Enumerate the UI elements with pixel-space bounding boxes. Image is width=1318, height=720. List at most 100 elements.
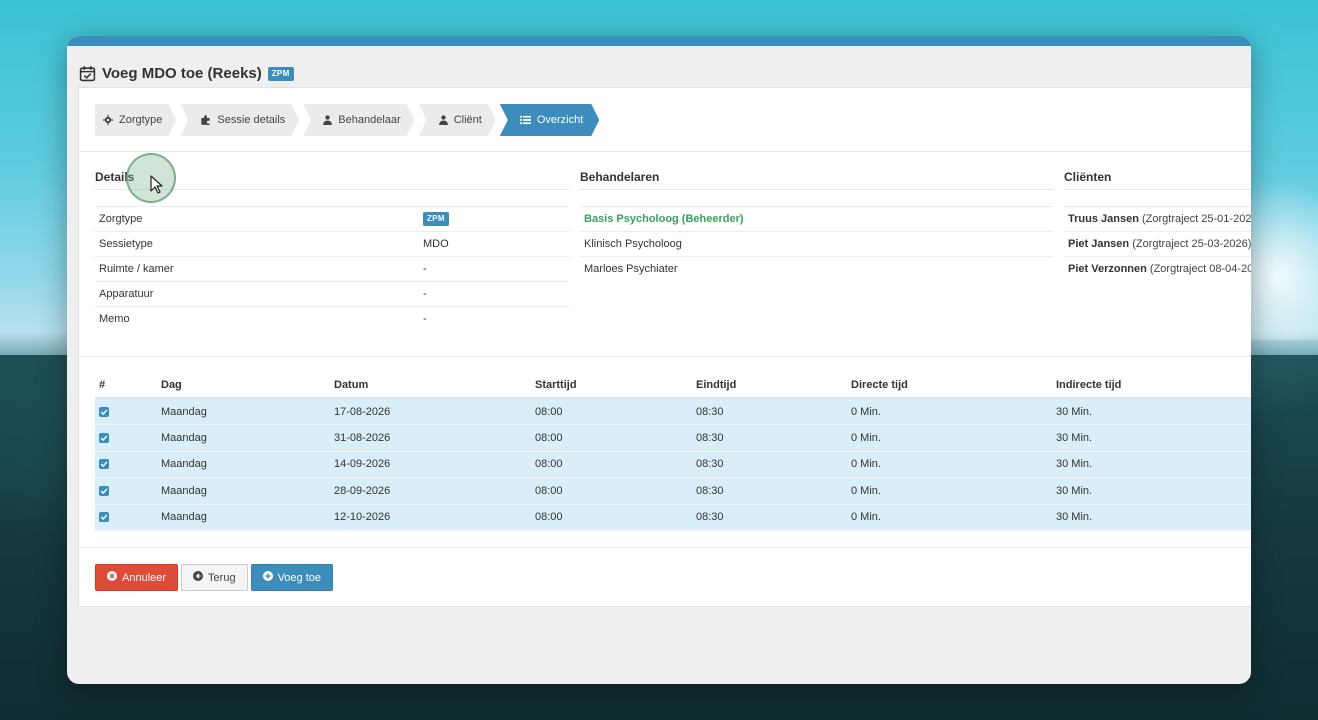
cell-indirecte-tijd: 30 Min.: [1052, 477, 1251, 505]
step-zorgtype[interactable]: Zorgtype: [95, 104, 176, 136]
overview-columns: Details Zorgtype ZPM Sessietype MDO Ruim…: [95, 170, 1251, 340]
step-label: Sessie details: [217, 114, 286, 126]
user-icon: [439, 115, 448, 125]
window-topbar: [67, 36, 1251, 46]
cell-datum: 14-09-2026: [330, 451, 531, 478]
detail-label: Zorgtype: [99, 213, 143, 225]
cell-eindtijd: 08:30: [692, 424, 847, 452]
client-name: Truus Jansen: [1068, 213, 1139, 225]
column-header: Starttijd: [531, 372, 692, 399]
client-name: Piet Jansen: [1068, 238, 1130, 250]
behandelaar-name: Klinisch Psycholoog: [584, 238, 682, 250]
back-label: Terug: [208, 571, 236, 584]
detail-value: -: [423, 313, 427, 325]
detail-row: Memo -: [95, 306, 569, 331]
detail-value: ZPM: [423, 212, 449, 226]
step-overzicht[interactable]: Overzicht: [500, 104, 599, 136]
detail-row: Ruimte / kamer -: [95, 256, 569, 281]
back-button[interactable]: Terug: [181, 564, 248, 591]
table-header-row: # Dag Datum Starttijd Eindtijd Directe t…: [95, 372, 1251, 399]
client-item: Piet Jansen (Zorgtraject 25-03-2026): [1064, 231, 1251, 256]
cell-datum: 28-09-2026: [330, 477, 531, 505]
step-label: Behandelaar: [338, 114, 401, 126]
detail-label: Memo: [99, 313, 130, 325]
cell-directe-tijd: 0 Min.: [847, 424, 1052, 452]
table-row: Maandag 31-08-2026 08:00 08:30 0 Min. 30 Min.: [95, 424, 1251, 452]
wizard-steps: Zorgtype Sessie details Behandelaar Clië…: [79, 88, 1251, 152]
step-sessie-details[interactable]: Sessie details: [180, 104, 299, 136]
behandelaar-item: Marloes Psychiater: [580, 256, 1053, 281]
cell-indirecte-tijd: 30 Min.: [1052, 398, 1251, 425]
clienten-section: Cliënten Truus Jansen (Zorgtraject 25-01…: [1064, 170, 1251, 281]
cancel-button[interactable]: Annuleer: [95, 564, 179, 591]
detail-row: Apparatuur -: [95, 281, 569, 306]
cell-checkbox: [95, 451, 157, 478]
modal-window: Voeg MDO toe (Reeks) ZPM Zorgtype Sessie…: [67, 36, 1251, 684]
user-icon: [323, 115, 332, 125]
footer-divider: [79, 547, 1251, 548]
cell-checkbox: [95, 504, 157, 531]
cancel-label: Annuleer: [122, 571, 167, 584]
plus-circle-icon: [262, 571, 273, 584]
cell-dag: Maandag: [157, 477, 330, 505]
behandelaar-name: Marloes Psychiater: [584, 263, 678, 275]
cell-directe-tijd: 0 Min.: [847, 451, 1052, 478]
cell-directe-tijd: 0 Min.: [847, 504, 1052, 531]
behandelaar-item: Klinisch Psycholoog: [580, 231, 1053, 256]
cell-checkbox: [95, 477, 157, 505]
times-circle-icon: [107, 571, 117, 584]
zorgtype-badge: ZPM: [267, 66, 294, 81]
step-client[interactable]: Cliënt: [419, 104, 496, 136]
client-traject: (Zorgtraject 25-01-2024): [1141, 213, 1251, 225]
step-label: Zorgtype: [119, 114, 163, 126]
cell-checkbox: [95, 398, 157, 425]
cell-starttijd: 08:00: [531, 451, 692, 478]
client-item: Truus Jansen (Zorgtraject 25-01-2024): [1064, 206, 1251, 231]
detail-value: -: [423, 288, 427, 300]
cell-dag: Maandag: [157, 504, 330, 531]
client-traject: (Zorgtraject 25-03-2026): [1132, 238, 1251, 250]
puzzle-icon: [200, 115, 211, 125]
table-row: Maandag 17-08-2026 08:00 08:30 0 Min. 30 Min.: [95, 398, 1251, 425]
cell-eindtijd: 08:30: [692, 504, 847, 531]
row-checkbox[interactable]: [99, 485, 109, 496]
cell-starttijd: 08:00: [531, 398, 692, 425]
client-item: Piet Verzonnen (Zorgtraject 08-04-2026: [1064, 256, 1251, 281]
cell-directe-tijd: 0 Min.: [847, 477, 1052, 505]
column-header: Indirecte tijd: [1052, 372, 1251, 399]
list-icon: [520, 115, 531, 125]
detail-row: Sessietype MDO: [95, 231, 569, 256]
behandelaar-item: Basis Psycholoog (Beheerder): [580, 206, 1053, 231]
cell-dag: Maandag: [157, 398, 330, 425]
add-label: Voeg toe: [277, 571, 322, 584]
table-row: Maandag 28-09-2026 08:00 08:30 0 Min. 30 Min.: [95, 477, 1251, 505]
cell-indirecte-tijd: 30 Min.: [1052, 451, 1251, 478]
column-header: Dag: [157, 372, 330, 399]
cell-eindtijd: 08:30: [692, 398, 847, 425]
arrow-left-circle-icon: [193, 571, 204, 584]
add-button[interactable]: Voeg toe: [250, 564, 334, 591]
cell-eindtijd: 08:30: [692, 451, 847, 478]
mouse-cursor-icon: [150, 175, 164, 198]
cell-datum: 17-08-2026: [330, 398, 531, 425]
detail-value: -: [423, 263, 427, 275]
cell-starttijd: 08:00: [531, 477, 692, 505]
step-behandelaar[interactable]: Behandelaar: [303, 104, 414, 136]
row-checkbox[interactable]: [99, 432, 109, 443]
behandelaar-link[interactable]: Basis Psycholoog (Beheerder): [584, 213, 744, 225]
behandelaren-section: Behandelaren Basis Psycholoog (Beheerder…: [580, 170, 1053, 281]
cell-starttijd: 08:00: [531, 504, 692, 531]
cell-dag: Maandag: [157, 424, 330, 452]
row-checkbox[interactable]: [99, 459, 109, 470]
detail-label: Sessietype: [99, 238, 153, 250]
page-title: Voeg MDO toe (Reeks): [102, 65, 262, 82]
column-header: Eindtijd: [692, 372, 847, 399]
row-checkbox[interactable]: [99, 512, 109, 523]
window-header: Voeg MDO toe (Reeks) ZPM: [67, 46, 1251, 88]
cell-eindtijd: 08:30: [692, 477, 847, 505]
form-actions: Annuleer Terug Voeg toe: [95, 564, 334, 591]
cell-indirecte-tijd: 30 Min.: [1052, 424, 1251, 452]
cell-indirecte-tijd: 30 Min.: [1052, 504, 1251, 531]
row-checkbox[interactable]: [99, 406, 109, 417]
behandelaren-heading: Behandelaren: [580, 170, 1053, 190]
